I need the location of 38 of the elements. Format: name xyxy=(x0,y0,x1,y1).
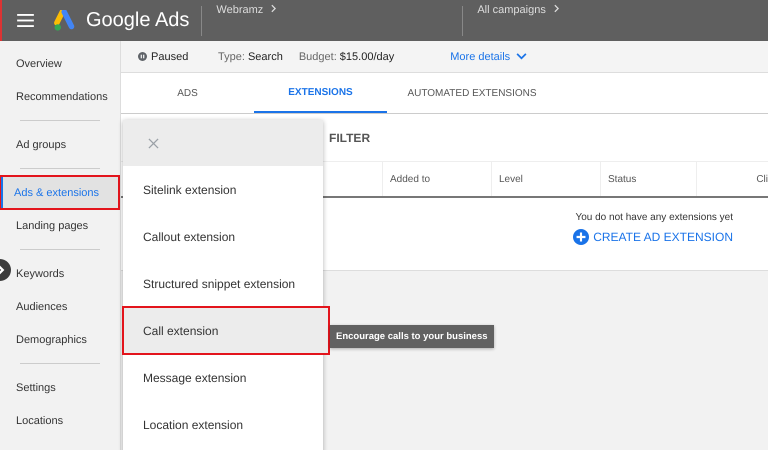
menu-item[interactable]: Call extension xyxy=(123,307,329,354)
menu-icon[interactable] xyxy=(17,14,34,27)
sidebar-item[interactable]: Keywords xyxy=(12,257,119,290)
sidebar-item[interactable]: Audiences xyxy=(12,290,119,323)
campaign-status: Paused xyxy=(151,50,188,62)
chevron-down-icon xyxy=(516,53,528,60)
sidebar-item[interactable]: Ad groups xyxy=(12,128,119,161)
sidebar-item[interactable]: Locations xyxy=(12,404,119,437)
tab[interactable]: ADS xyxy=(121,73,254,113)
sidebar-item[interactable]: Landing pages xyxy=(12,209,119,242)
pause-icon xyxy=(138,52,147,61)
chevron-icon xyxy=(554,4,559,13)
menu-item[interactable]: Message extension xyxy=(123,354,323,401)
column-header: Cli xyxy=(755,172,768,186)
campaign-type: Type: Search xyxy=(218,50,283,62)
more-details-button[interactable]: More details xyxy=(450,50,528,62)
sidebar-item[interactable]: Recommendations xyxy=(12,80,119,113)
campaign-budget: Budget: $15.00/day xyxy=(298,50,394,62)
menu-item[interactable]: Callout extension xyxy=(123,213,323,260)
sidebar-item[interactable]: Overview xyxy=(12,47,119,80)
column-header: Added to xyxy=(383,162,492,196)
campaign-selector[interactable]: All campaigns xyxy=(477,4,559,16)
sidebar-item[interactable]: Demographics xyxy=(12,323,119,356)
tooltip: Encourage calls to your business xyxy=(330,325,494,348)
empty-message: You do not have any extensions yet xyxy=(575,212,733,223)
sidebar-item[interactable]: Settings xyxy=(12,371,119,404)
chevron-icon xyxy=(271,4,276,13)
column-header: Status xyxy=(601,162,697,196)
create-extension-button[interactable]: CREATE AD EXTENSION xyxy=(573,229,733,245)
menu-item[interactable]: Location extension xyxy=(123,401,323,448)
menu-item[interactable]: Sitelink extension xyxy=(123,166,323,213)
column-header: Level xyxy=(492,162,601,196)
tab[interactable]: AUTOMATED EXTENSIONS xyxy=(387,73,557,113)
menu-item[interactable]: Structured snippet extension xyxy=(123,260,323,307)
product-name: Google Ads xyxy=(86,9,190,32)
account-selector[interactable]: Webramz xyxy=(216,4,276,16)
plus-icon xyxy=(573,229,590,245)
filter-button[interactable]: FILTER xyxy=(329,130,370,144)
